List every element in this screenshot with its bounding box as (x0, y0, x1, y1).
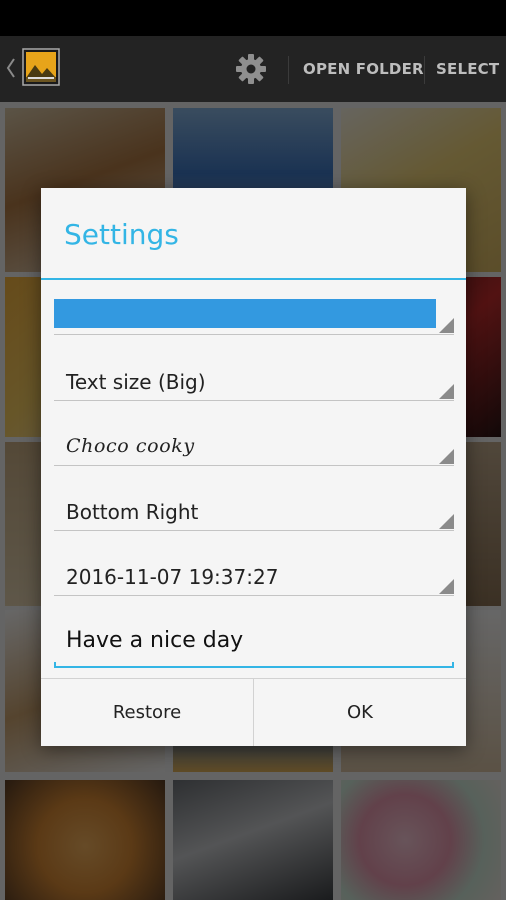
title-divider (41, 278, 466, 280)
message-input[interactable]: Have a nice day (54, 612, 454, 668)
font-spinner[interactable]: Choco cooky (54, 430, 454, 466)
action-divider (288, 56, 289, 84)
timestamp-spinner[interactable]: 2016-11-07 19:37:27 (54, 560, 454, 596)
back-chevron-icon[interactable] (6, 58, 16, 78)
app-photo-icon[interactable] (22, 48, 60, 86)
text-size-value: Text size (Big) (66, 370, 206, 394)
dropdown-arrow-icon (439, 579, 454, 594)
restore-button[interactable]: Restore (41, 679, 253, 746)
message-text: Have a nice day (66, 628, 244, 653)
text-size-spinner[interactable]: Text size (Big) (54, 365, 454, 401)
dropdown-arrow-icon (439, 318, 454, 333)
action-divider (424, 56, 425, 84)
dialog-title: Settings (64, 218, 179, 251)
color-swatch (54, 299, 436, 328)
position-value: Bottom Right (66, 500, 199, 524)
select-button[interactable]: SELECT (436, 60, 499, 78)
dropdown-arrow-icon (439, 449, 454, 464)
dropdown-arrow-icon (439, 514, 454, 529)
status-bar (0, 0, 506, 36)
open-folder-button[interactable]: OPEN FOLDER (303, 60, 424, 78)
timestamp-value: 2016-11-07 19:37:27 (66, 565, 279, 589)
position-spinner[interactable]: Bottom Right (54, 495, 454, 531)
settings-dialog: Settings Text size (Big) Choco cooky Bot… (41, 188, 466, 746)
dropdown-arrow-icon (439, 384, 454, 399)
gear-icon[interactable] (235, 53, 267, 85)
action-bar: OPEN FOLDER SELECT (0, 36, 506, 102)
ok-button[interactable]: OK (254, 679, 466, 746)
color-spinner[interactable] (54, 299, 454, 335)
font-value: Choco cooky (66, 435, 195, 457)
